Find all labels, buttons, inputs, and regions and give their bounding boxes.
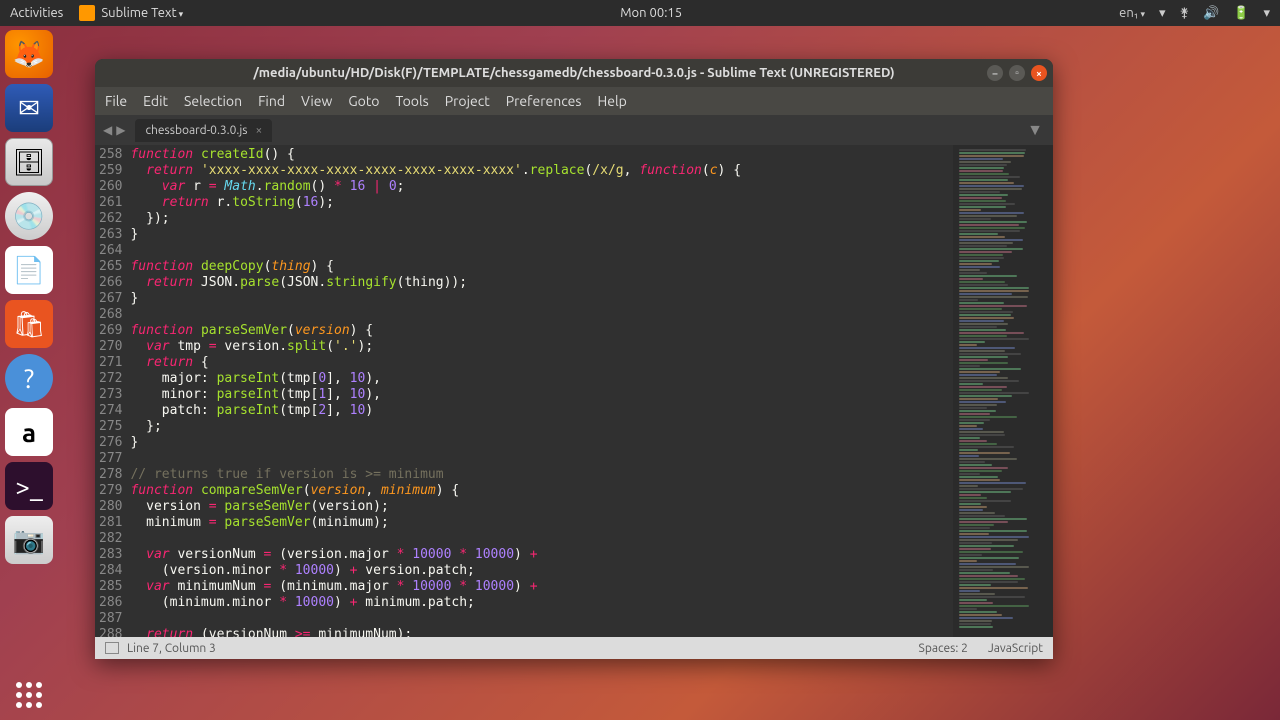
dock-screenshot[interactable]: 📷 bbox=[5, 516, 53, 564]
menu-project[interactable]: Project bbox=[445, 93, 490, 109]
tabbar: ◀ ▶ chessboard-0.3.0.js × ▼ bbox=[95, 115, 1053, 145]
tab-close-icon[interactable]: × bbox=[255, 124, 262, 137]
tab-dropdown-icon[interactable]: ▼ bbox=[1027, 121, 1043, 140]
editor-area: 2582592602612622632642652662672682692702… bbox=[95, 145, 1053, 637]
menu-selection[interactable]: Selection bbox=[184, 93, 242, 109]
code-content[interactable]: function createId() { return 'xxxx-xxxx-… bbox=[130, 145, 953, 637]
gnome-topbar: Activities Sublime Text Mon 00:15 en₁ ▾ … bbox=[0, 0, 1280, 26]
dock-files[interactable]: 🗄 bbox=[5, 138, 53, 186]
menu-help[interactable]: Help bbox=[597, 93, 626, 109]
window-title: /media/ubuntu/HD/Disk(F)/TEMPLATE/chessg… bbox=[253, 66, 894, 80]
menu-edit[interactable]: Edit bbox=[143, 93, 168, 109]
dock-thunderbird[interactable]: ✉ bbox=[5, 84, 53, 132]
status-syntax[interactable]: JavaScript bbox=[988, 642, 1043, 655]
dock-libreoffice-writer[interactable]: 📄 bbox=[5, 246, 53, 294]
minimap[interactable] bbox=[953, 145, 1053, 637]
status-indent[interactable]: Spaces: 2 bbox=[919, 642, 968, 655]
menu-view[interactable]: View bbox=[301, 93, 332, 109]
dock-amazon[interactable]: a bbox=[5, 408, 53, 456]
network-icon[interactable]: ▾ bbox=[1159, 6, 1166, 21]
gutter: 2582592602612622632642652662672682692702… bbox=[95, 145, 130, 637]
code-pane[interactable]: 2582592602612622632642652662672682692702… bbox=[95, 145, 953, 637]
menu-goto[interactable]: Goto bbox=[348, 93, 379, 109]
sublime-icon bbox=[79, 5, 95, 21]
panel-switcher-icon[interactable] bbox=[105, 642, 119, 654]
tab-nav-forward[interactable]: ▶ bbox=[116, 123, 125, 137]
menu-file[interactable]: File bbox=[105, 93, 127, 109]
titlebar[interactable]: /media/ubuntu/HD/Disk(F)/TEMPLATE/chessg… bbox=[95, 59, 1053, 87]
dock-terminal[interactable]: >_ bbox=[5, 462, 53, 510]
activities-button[interactable]: Activities bbox=[10, 6, 63, 20]
wifi-icon[interactable]: ⚵ bbox=[1180, 6, 1190, 21]
dock-ubuntu-software[interactable]: 🛍 bbox=[5, 300, 53, 348]
menu-tools[interactable]: Tools bbox=[396, 93, 429, 109]
maximize-button[interactable]: ▫ bbox=[1009, 65, 1025, 81]
dock-help[interactable]: ? bbox=[5, 354, 53, 402]
minimize-button[interactable]: – bbox=[987, 65, 1003, 81]
tab-chessboard[interactable]: chessboard-0.3.0.js × bbox=[135, 119, 272, 142]
system-menu-icon[interactable]: ▾ bbox=[1263, 6, 1270, 21]
tab-nav-back[interactable]: ◀ bbox=[103, 123, 112, 137]
close-button[interactable]: × bbox=[1031, 65, 1047, 81]
volume-icon[interactable]: 🔊 bbox=[1203, 6, 1219, 21]
menu-preferences[interactable]: Preferences bbox=[506, 93, 582, 109]
statusbar: Line 7, Column 3 Spaces: 2 JavaScript bbox=[95, 637, 1053, 659]
show-applications[interactable] bbox=[16, 682, 42, 708]
app-menu[interactable]: Sublime Text bbox=[79, 5, 183, 21]
battery-icon[interactable]: 🔋 bbox=[1233, 6, 1249, 21]
input-language[interactable]: en₁ bbox=[1119, 6, 1145, 20]
clock[interactable]: Mon 00:15 bbox=[183, 6, 1119, 20]
status-position[interactable]: Line 7, Column 3 bbox=[127, 642, 216, 655]
tab-label: chessboard-0.3.0.js bbox=[145, 124, 247, 137]
dock: 🦊 ✉ 🗄 💿 📄 🛍 ? a >_ 📷 bbox=[5, 30, 61, 564]
sublime-window: /media/ubuntu/HD/Disk(F)/TEMPLATE/chessg… bbox=[95, 59, 1053, 659]
menu-find[interactable]: Find bbox=[258, 93, 285, 109]
menubar: File Edit Selection Find View Goto Tools Projec… bbox=[95, 87, 1053, 115]
dock-firefox[interactable]: 🦊 bbox=[5, 30, 53, 78]
dock-disks[interactable]: 💿 bbox=[5, 192, 53, 240]
